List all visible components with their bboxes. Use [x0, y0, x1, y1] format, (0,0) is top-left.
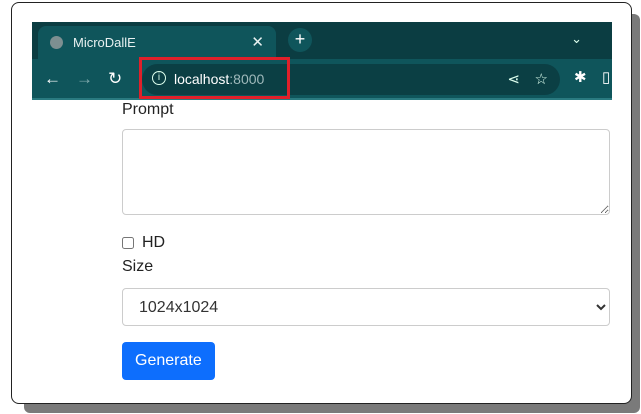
extensions-icon[interactable]: ✱	[574, 68, 587, 86]
forward-icon[interactable]: →	[76, 69, 93, 89]
share-icon[interactable]: ⋖	[507, 70, 520, 88]
back-icon[interactable]: ←	[44, 69, 61, 89]
size-label: Size	[122, 258, 154, 275]
sidepanel-icon[interactable]: ▯	[602, 68, 610, 86]
hd-option: HD	[122, 234, 610, 252]
window-frame: MicroDallE ✕ + ⌄ ← → ↻ i localhost:8000 …	[11, 2, 632, 404]
prompt-label: Prompt	[122, 101, 174, 118]
new-tab-button[interactable]: +	[288, 28, 312, 52]
url-highlight-box	[139, 57, 290, 99]
hd-checkbox[interactable]	[122, 237, 134, 249]
chevron-down-icon[interactable]: ⌄	[571, 31, 582, 47]
reload-icon[interactable]: ↻	[108, 69, 122, 89]
generate-form: Prompt HD Size 1024x1024 Generate	[122, 101, 610, 380]
hd-label: HD	[142, 234, 166, 251]
toolbar: ← → ↻ i localhost:8000 ⋖ ☆ ✱ ▯	[32, 59, 612, 100]
globe-icon	[50, 36, 63, 49]
generate-button[interactable]: Generate	[122, 342, 215, 380]
size-select[interactable]: 1024x1024	[122, 288, 610, 326]
browser-window: MicroDallE ✕ + ⌄ ← → ↻ i localhost:8000 …	[32, 22, 612, 100]
tab-title: MicroDallE	[73, 35, 136, 50]
prompt-input[interactable]	[122, 129, 610, 215]
tab-microdalle[interactable]: MicroDallE ✕	[38, 26, 276, 59]
close-tab-icon[interactable]: ✕	[251, 33, 264, 51]
tab-bar: MicroDallE ✕ + ⌄	[32, 22, 612, 59]
star-icon[interactable]: ☆	[535, 70, 548, 88]
